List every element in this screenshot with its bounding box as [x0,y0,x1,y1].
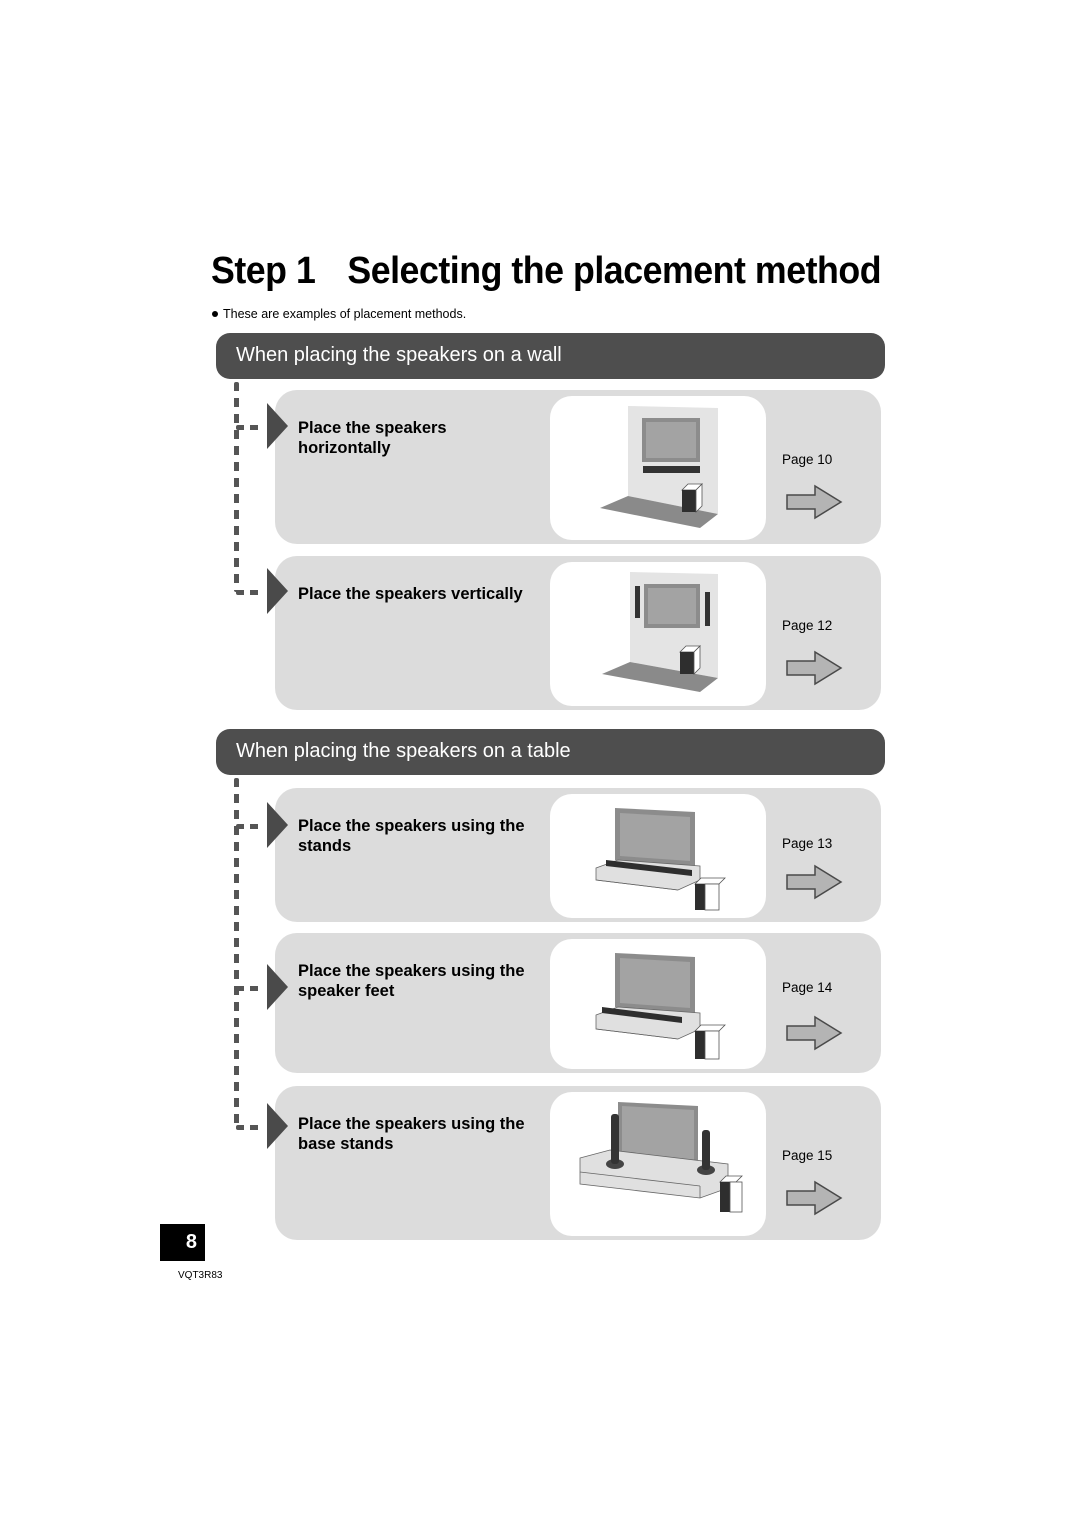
page-reference[interactable]: Page 14 [782,980,832,995]
placement-label: Place the speakers using the stands [298,817,525,855]
arrow-right-icon[interactable] [785,864,843,900]
connector-line [234,778,239,1128]
intro-note: These are examples of placement methods. [212,307,466,321]
placement-card-base-stands[interactable]: Place the speakers using the base stands… [275,1086,881,1240]
arrow-right-icon[interactable] [785,650,843,686]
connector-dash [236,590,264,595]
placement-card-stands[interactable]: Place the speakers using the stands Page… [275,788,881,922]
pointer-triangle-icon [267,802,288,848]
wall-vertical-speakers-illustration [550,562,766,706]
title-text: Selecting the placement method [347,250,882,292]
placement-label: Place the speakers horizontally [298,419,447,457]
placement-label: Place the speakers using the base stands [298,1115,525,1153]
document-code: VQT3R83 [178,1270,223,1281]
arrow-right-icon[interactable] [785,1015,843,1051]
connector-line [234,382,239,592]
connector-dash [236,425,264,430]
page-title: Step 1 Selecting the placement method [211,250,882,293]
table-stands-illustration [550,794,766,918]
table-speaker-feet-illustration [550,939,766,1069]
bullet-icon [212,310,218,317]
connector-dash [236,1125,264,1130]
page-reference[interactable]: Page 15 [782,1148,832,1163]
section-heading-table: When placing the speakers on a table [216,729,885,775]
connector-dash [236,986,264,991]
wall-horizontal-speaker-illustration [550,396,766,540]
page-reference[interactable]: Page 13 [782,836,832,851]
section-heading-wall: When placing the speakers on a wall [216,333,885,379]
arrow-right-icon[interactable] [785,484,843,520]
pointer-triangle-icon [267,964,288,1010]
pointer-triangle-icon [267,403,288,449]
placement-card-horizontal[interactable]: Place the speakers horizontally Page 10 [275,390,881,544]
page-number: 8 [160,1224,205,1261]
step-label: Step 1 [211,250,316,292]
pointer-triangle-icon [267,568,288,614]
arrow-right-icon[interactable] [785,1180,843,1216]
page-reference[interactable]: Page 10 [782,452,832,467]
page-reference[interactable]: Page 12 [782,618,832,633]
placement-card-vertical[interactable]: Place the speakers vertically Page 12 [275,556,881,710]
placement-card-speaker-feet[interactable]: Place the speakers using the speaker fee… [275,933,881,1073]
pointer-triangle-icon [267,1103,288,1149]
connector-dash [236,824,264,829]
placement-label: Place the speakers using the speaker fee… [298,962,525,1000]
intro-note-text: These are examples of placement methods. [223,307,467,321]
table-base-stands-illustration [550,1092,766,1236]
placement-label: Place the speakers vertically [298,585,523,603]
